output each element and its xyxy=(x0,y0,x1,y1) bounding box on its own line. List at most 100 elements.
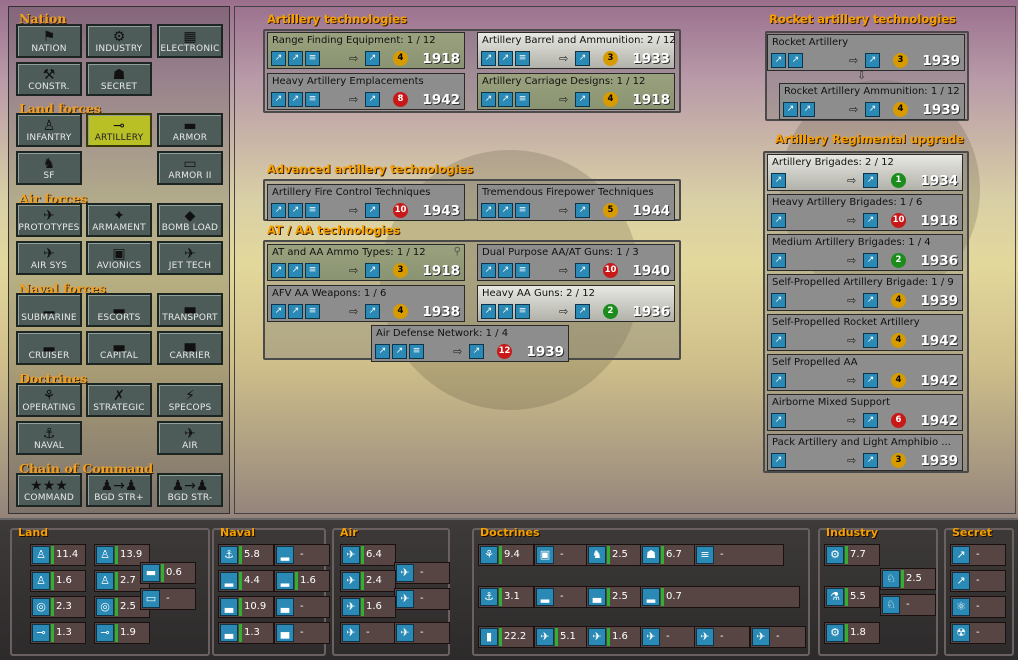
research-stat[interactable]: ⚛ - xyxy=(950,596,1006,618)
category-button-escorts[interactable]: ▂ ESCORTS xyxy=(86,293,152,327)
research-stat[interactable]: ⊸ 1.9 xyxy=(94,622,150,644)
research-stat[interactable]: ⚘ 9.4 xyxy=(478,544,534,566)
research-stat[interactable]: ▮ 22.2 xyxy=(478,626,534,648)
magnifier-icon[interactable]: ⚲ xyxy=(454,246,461,257)
research-stat[interactable]: ▂ 4.4 xyxy=(218,570,274,592)
category-button-nation[interactable]: ⚑ NATION xyxy=(16,24,82,58)
research-stat[interactable]: ⚙ 1.8 xyxy=(824,622,880,644)
research-stat[interactable]: ♙ 11.4 xyxy=(30,544,86,566)
research-stat[interactable]: ⚓ 5.8 xyxy=(218,544,274,566)
research-stat[interactable]: ✈ 1.6 xyxy=(340,596,396,618)
category-button-submarine[interactable]: ▁ SUBMARINE xyxy=(16,293,82,327)
research-stat[interactable]: ✈ 2.4 xyxy=(340,570,396,592)
research-stat[interactable]: ♞ 2.5 xyxy=(586,544,642,566)
research-stat[interactable]: ▃ - xyxy=(274,596,330,618)
research-stat[interactable]: ⊸ 1.3 xyxy=(30,622,86,644)
research-stat[interactable]: ▃ 2.5 xyxy=(586,586,642,608)
research-stat[interactable]: ♘ 2.5 xyxy=(880,568,936,590)
target-unit-icon: ↗ xyxy=(575,51,590,66)
research-stat[interactable]: ✈ 5.1 xyxy=(534,626,590,648)
category-button-bgdplus[interactable]: ♟→♟ BGD STR+ xyxy=(86,473,152,507)
research-stat[interactable]: ⚗ 5.5 xyxy=(824,586,880,608)
tech-card[interactable]: Tremendous Firepower Techniques ↗ ↗ ≡ ⇨ ↗ 5 194… xyxy=(477,184,675,221)
research-stat[interactable]: ≡ - xyxy=(694,544,784,566)
tech-card[interactable]: Artillery Brigades: 2 / 12 ↗ ⇨ ↗ 1 1934 xyxy=(767,154,963,191)
tech-card[interactable]: Range Finding Equipment: 1 / 12 ↗ ↗ ≡ ⇨ ↗ 4 191… xyxy=(267,32,465,69)
research-stat[interactable]: ☢ - xyxy=(950,622,1006,644)
category-button-electronic[interactable]: ▦ ELECTRONIC xyxy=(157,24,223,58)
tech-card[interactable]: Heavy AA Guns: 2 / 12 ↗ ↗ ≡ ⇨ ↗ 2 1936 xyxy=(477,285,675,322)
research-stat[interactable]: ▃ 1.3 xyxy=(218,622,274,644)
research-stat-value: - xyxy=(906,599,910,610)
category-button-bombload[interactable]: ◆ BOMB LOAD xyxy=(157,203,223,237)
category-button-artillery[interactable]: ⊸ ARTILLERY xyxy=(86,113,152,147)
research-stat[interactable]: ▄ - xyxy=(274,622,330,644)
category-button-armor2[interactable]: ▭ ARMOR II xyxy=(157,151,223,185)
research-stat[interactable]: ♙ 1.6 xyxy=(30,570,86,592)
tech-card[interactable]: Medium Artillery Brigades: 1 / 4 ↗ ⇨ ↗ 2 1936 xyxy=(767,234,963,271)
research-stat[interactable]: ▂ - xyxy=(274,544,330,566)
category-button-prototypes[interactable]: ✈ PROTOTYPES xyxy=(16,203,82,237)
category-button-airsys[interactable]: ✈ AIR SYS xyxy=(16,241,82,275)
category-button-command[interactable]: ★★★ COMMAND xyxy=(16,473,82,507)
tech-card[interactable]: Artillery Fire Control Techniques ↗ ↗ ≡ ⇨ ↗ 10… xyxy=(267,184,465,221)
category-button-infantry[interactable]: ♙ INFANTRY xyxy=(16,113,82,147)
research-stat[interactable]: ▂ 0.7 xyxy=(640,586,800,608)
tech-card[interactable]: Rocket Artillery Ammunition: 1 / 12 ↗ ↗ ⇨ ↗ 4… xyxy=(779,83,965,120)
tech-card[interactable]: AT and AA Ammo Types: 1 / 12 ↗ ↗ ≡ ⇨ ↗ 3 1918 ⚲ xyxy=(267,244,465,281)
research-stat[interactable]: ✈ 6.4 xyxy=(340,544,396,566)
tech-card[interactable]: Self-Propelled Artillery Brigade: 1 / 9 ↗… xyxy=(767,274,963,311)
research-stat[interactable]: ✈ - xyxy=(394,588,450,610)
tech-card[interactable]: Air Defense Network: 1 / 4 ↗ ↗ ≡ ⇨ ↗ 12 1939 xyxy=(371,325,569,362)
research-stat[interactable]: ▂ - xyxy=(534,586,590,608)
tech-card[interactable]: Heavy Artillery Emplacements ↗ ↗ ≡ ⇨ ↗ 8 1942 xyxy=(267,73,465,110)
category-button-jettech[interactable]: ✈ JET TECH xyxy=(157,241,223,275)
category-button-avionics[interactable]: ▣ AVIONICS xyxy=(86,241,152,275)
research-stat[interactable]: ✈ - xyxy=(340,622,396,644)
category-button-industry[interactable]: ⚙ INDUSTRY xyxy=(86,24,152,58)
tech-card[interactable]: Rocket Artillery ↗ ↗ ⇨ ↗ 3 1939 xyxy=(767,34,965,71)
category-button-navaldoc[interactable]: ⚓ NAVAL xyxy=(16,421,82,455)
research-stat[interactable]: ✈ - xyxy=(394,562,450,584)
research-stat[interactable]: ✈ 1.6 xyxy=(586,626,642,648)
tech-card[interactable]: Artillery Carriage Designs: 1 / 12 ↗ ↗ ≡ ⇨ ↗ 4… xyxy=(477,73,675,110)
research-stat[interactable]: ↗ - xyxy=(950,570,1006,592)
category-button-secret[interactable]: ☗ SECRET xyxy=(86,62,152,96)
category-button-carrier[interactable]: ▄ CARRIER xyxy=(157,331,223,365)
research-stat[interactable]: ▂ 1.6 xyxy=(274,570,330,592)
research-stat[interactable]: ◎ 2.3 xyxy=(30,596,86,618)
research-stat[interactable]: ✈ - xyxy=(640,626,696,648)
tech-card[interactable]: Dual Purpose AA/AT Guns: 1 / 3 ↗ ↗ ≡ ⇨ ↗ 10 194… xyxy=(477,244,675,281)
category-button-capital[interactable]: ▃ CAPITAL xyxy=(86,331,152,365)
category-button-sf[interactable]: ♞ SF xyxy=(16,151,82,185)
tech-card[interactable]: Airborne Mixed Support ↗ ⇨ ↗ 6 1942 xyxy=(767,394,963,431)
research-stat[interactable]: ✈ - xyxy=(750,626,806,648)
research-stat[interactable]: ↗ - xyxy=(950,544,1006,566)
research-stat[interactable]: ▭ - xyxy=(140,588,196,610)
category-button-specops[interactable]: ⚡ SPECOPS xyxy=(157,383,223,417)
category-button-transport[interactable]: ▃ TRANSPORT xyxy=(157,293,223,327)
category-button-strategic[interactable]: ✗ STRATEGIC xyxy=(86,383,152,417)
research-stat[interactable]: ☗ 6.7 xyxy=(640,544,696,566)
research-stat[interactable]: ✈ - xyxy=(394,622,450,644)
category-button-cruiser[interactable]: ▂ CRUISER xyxy=(16,331,82,365)
category-button-airdoc[interactable]: ✈ AIR xyxy=(157,421,223,455)
category-button-bgdminus[interactable]: ♟→♟ BGD STR- xyxy=(157,473,223,507)
research-stat[interactable]: ⚙ 7.7 xyxy=(824,544,880,566)
category-button-armament[interactable]: ✦ ARMAMENT xyxy=(86,203,152,237)
research-stat[interactable]: ✈ - xyxy=(694,626,750,648)
tech-card[interactable]: Self Propelled AA ↗ ⇨ ↗ 4 1942 xyxy=(767,354,963,391)
category-button-constr[interactable]: ⚒ CONSTR. xyxy=(16,62,82,96)
research-stat[interactable]: ▃ 10.9 xyxy=(218,596,274,618)
research-stat[interactable]: ▣ - xyxy=(534,544,590,566)
tech-card[interactable]: Pack Artillery and Light Amphibio ... ↗ ⇨ ↗… xyxy=(767,434,963,471)
category-button-operating[interactable]: ⚘ OPERATING xyxy=(16,383,82,417)
research-stat[interactable]: ⚓ 3.1 xyxy=(478,586,534,608)
category-button-armor[interactable]: ▬ ARMOR xyxy=(157,113,223,147)
tech-card[interactable]: Heavy Artillery Brigades: 1 / 6 ↗ ⇨ ↗ 10 1918 xyxy=(767,194,963,231)
tech-card[interactable]: Self-Propelled Rocket Artillery ↗ ⇨ ↗ 4 1942 xyxy=(767,314,963,351)
tech-card[interactable]: AFV AA Weapons: 1 / 6 ↗ ↗ ≡ ⇨ ↗ 4 1938 xyxy=(267,285,465,322)
research-stat[interactable]: ♘ - xyxy=(880,594,936,616)
tech-card[interactable]: Artillery Barrel and Ammunition: 2 / 12 ↗… xyxy=(477,32,676,69)
research-stat[interactable]: ▬ 0.6 xyxy=(140,562,196,584)
